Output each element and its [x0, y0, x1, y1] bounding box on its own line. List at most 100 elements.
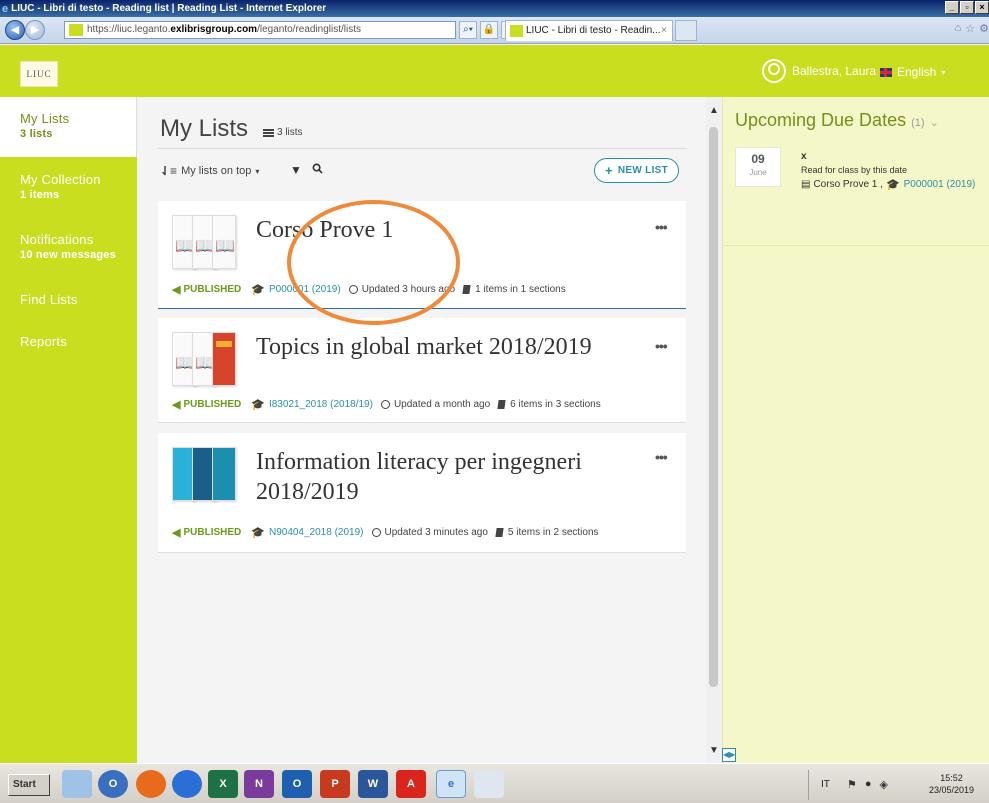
course-link[interactable]: 🎓 N90404_2018 (2019) [251, 526, 363, 539]
panel-title[interactable]: Upcoming Due Dates (1) ⌄ [735, 110, 939, 131]
start-button[interactable]: Start [8, 774, 50, 796]
taskbar-excel-icon[interactable]: X [208, 770, 238, 798]
items-text: 1 items in 1 sections [475, 284, 566, 295]
due-day: 09 [751, 152, 765, 166]
search-dropdown-icon[interactable]: ⌕▾ [459, 21, 477, 39]
scroll-thumb[interactable] [709, 127, 718, 687]
reading-list-card[interactable]: 📖 📖 Topics in global market 2018/2019 ••… [158, 318, 686, 423]
book-icon [462, 285, 471, 294]
language-indicator[interactable]: IT [821, 779, 830, 790]
list-count-badge: 3 lists [263, 127, 303, 138]
book-covers: 📖 📖 📖 [172, 215, 244, 271]
main-scrollbar[interactable]: ▲ ▼ [706, 97, 722, 763]
taskbar-outlook-icon[interactable]: O [98, 770, 128, 798]
list-icon [263, 128, 274, 137]
reading-list-card[interactable]: 📖 📖 📖 Corso Prove 1 ••• ◀ PUBLISHED 🎓 P000… [158, 201, 686, 309]
course-code: N90404_2018 (2019) [268, 527, 364, 538]
volume-icon[interactable]: ◈ [880, 778, 888, 791]
site-favicon-icon [69, 24, 83, 36]
browser-toolbar: ◀ ▶ https://liuc.leganto.exlibrisgroup.c… [0, 17, 989, 44]
close-window-button[interactable]: × [975, 1, 989, 14]
sidebar-item-notifications[interactable]: Notifications 10 new messages [0, 232, 137, 261]
taskbar-acrobat-icon[interactable]: A [396, 770, 426, 798]
title-divider [158, 148, 687, 149]
taskbar-ie-icon[interactable]: e [436, 770, 466, 798]
browser-right-icons: ⌂ ☆ ⚙ [955, 22, 989, 35]
filter-icon[interactable]: ▼ [290, 163, 302, 177]
sidebar-item-count: 1 items [20, 189, 60, 201]
taskbar-firefox-icon[interactable] [136, 770, 166, 798]
new-list-button[interactable]: + NEW LIST [594, 158, 679, 183]
sidebar-item-find-lists[interactable]: Find Lists [0, 292, 137, 307]
home-icon[interactable]: ⌂ [955, 22, 962, 35]
course-code: P000001 (2019) [268, 284, 341, 295]
list-meta: ◀ PUBLISHED 🎓 N90404_2018 (2019) Updated 3… [172, 526, 599, 539]
url-domain: exlibrisgroup.com [170, 24, 258, 35]
minimize-button[interactable]: _ [945, 1, 959, 14]
liuc-logo[interactable]: LIUC [20, 61, 58, 87]
plus-icon: + [604, 163, 613, 178]
sidebar-item-label: My Collection [20, 172, 101, 187]
book-icon [495, 528, 504, 537]
search-icon[interactable] [312, 163, 323, 174]
graduation-cap-icon: 🎓 [251, 399, 265, 411]
scroll-down-icon[interactable]: ▼ [706, 745, 722, 759]
due-reason: Read for class by this date [801, 165, 908, 175]
settings-gear-icon[interactable]: ⚙ [979, 22, 989, 35]
url-prefix: https://liuc.leganto. [87, 24, 171, 35]
taskbar-word-icon[interactable]: W [358, 770, 388, 798]
sidebar-item-my-collection[interactable]: My Collection 1 items [0, 172, 137, 201]
back-button[interactable]: ◀ [5, 20, 25, 40]
taskbar-paint-icon[interactable] [474, 770, 504, 798]
updated-info: Updated 3 minutes ago [371, 527, 488, 538]
status-text: PUBLISHED [183, 527, 242, 538]
new-tab-button[interactable] [675, 20, 697, 41]
paper-plane-icon: ◀ [172, 527, 181, 539]
lock-icon[interactable]: 🔒 [480, 21, 498, 39]
clock-date: 23/05/2019 [929, 785, 975, 795]
more-options-icon[interactable]: ••• [655, 219, 668, 235]
more-options-icon[interactable]: ••• [655, 449, 668, 465]
list-title[interactable]: Information literacy per ingegneri 2018/… [256, 447, 646, 507]
course-link[interactable]: 🎓 I83021_2018 (2018/19) [251, 398, 373, 411]
tab-close-icon[interactable]: × [661, 21, 667, 41]
more-options-icon[interactable]: ••• [655, 338, 668, 354]
address-bar[interactable]: https://liuc.leganto.exlibrisgroup.com/l… [64, 21, 456, 39]
panel-toggle-icon[interactable]: ◀▶ [722, 748, 736, 762]
items-info: 5 items in 2 sections [495, 527, 599, 538]
list-title[interactable]: Corso Prove 1 [256, 215, 393, 245]
due-course[interactable]: ▤ Corso Prove 1 , 🎓 P000001 (2019) [801, 178, 975, 191]
network-icon[interactable]: ● [865, 778, 872, 791]
scroll-up-icon[interactable]: ▲ [706, 105, 722, 119]
maximize-button[interactable]: ▫ [960, 1, 974, 14]
items-info: 1 items in 1 sections [462, 284, 566, 295]
sidebar-item-my-lists[interactable]: My Lists 3 lists [0, 97, 137, 157]
browser-tab[interactable]: LIUC - Libri di testo - Readin... × [505, 20, 673, 41]
clock-time: 15:52 [940, 773, 963, 783]
book-outline-icon: 📖 [215, 238, 235, 255]
language-selector[interactable]: English ▾ [880, 65, 945, 79]
sidebar-item-label: Notifications [20, 232, 94, 247]
taskbar-onenote-icon[interactable]: N [244, 770, 274, 798]
forward-button[interactable]: ▶ [25, 20, 45, 40]
taskbar-outlook2-icon[interactable]: O [282, 770, 312, 798]
sidebar-item-reports[interactable]: Reports [0, 334, 137, 349]
chevron-down-icon: ▾ [941, 67, 946, 77]
taskbar-powerpoint-icon[interactable]: P [320, 770, 350, 798]
taskbar-clock[interactable]: 15:52 23/05/2019 [929, 772, 974, 796]
course-link[interactable]: 🎓 P000001 (2019) [251, 283, 340, 296]
taskbar-chrome-icon[interactable] [172, 770, 202, 798]
flag-icon[interactable]: ⚑ [847, 778, 857, 791]
user-menu[interactable]: Ballestra, Laura ▾ [762, 59, 885, 83]
app-header: LIUC Ballestra, Laura ▾ English ▾ [0, 45, 989, 97]
reading-list-card[interactable]: Information literacy per ingegneri 2018/… [158, 433, 686, 553]
sort-dropdown[interactable]: ⇃≡ My lists on top ▾ [160, 164, 259, 178]
start-label: Start [13, 779, 36, 790]
status-text: PUBLISHED [183, 284, 242, 295]
tab-title: LIUC - Libri di testo - Readin... [526, 25, 661, 36]
windows-taskbar: Start O X N O P W A e IT ⚑ ● ◈ 15:52 23/… [0, 763, 989, 803]
taskbar-file-explorer-icon[interactable] [62, 770, 92, 798]
list-title[interactable]: Topics in global market 2018/2019 [256, 332, 592, 362]
book-cover-image [212, 332, 236, 386]
favorites-icon[interactable]: ☆ [965, 22, 975, 35]
